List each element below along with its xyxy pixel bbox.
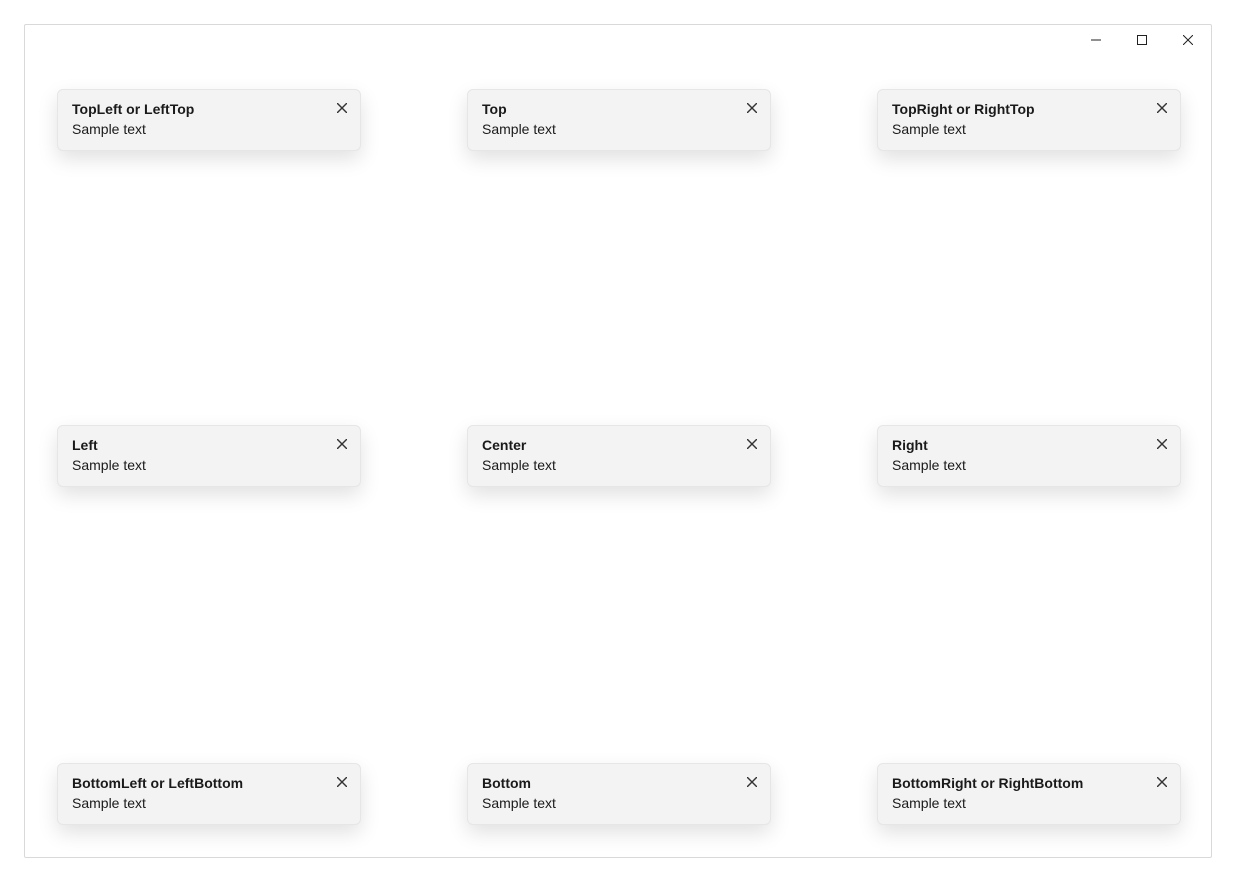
maximize-button[interactable] [1119, 25, 1165, 55]
close-icon [747, 439, 757, 449]
maximize-icon [1137, 35, 1147, 45]
window-frame: TopLeft or LeftTop Sample text Top Sampl… [24, 24, 1212, 858]
snackbar-top-right: TopRight or RightTop Sample text [877, 89, 1181, 151]
snackbar-bottom-right: BottomRight or RightBottom Sample text [877, 763, 1181, 825]
close-window-button[interactable] [1165, 25, 1211, 55]
close-icon [747, 103, 757, 113]
snackbar-close-button[interactable] [1150, 770, 1174, 794]
titlebar [25, 25, 1211, 55]
snackbar-right: Right Sample text [877, 425, 1181, 487]
snackbar-close-button[interactable] [330, 432, 354, 456]
snackbar-close-button[interactable] [740, 770, 764, 794]
close-icon [337, 103, 347, 113]
minimize-icon [1091, 35, 1101, 45]
snackbar-close-button[interactable] [330, 770, 354, 794]
snackbar-title: Left [72, 436, 346, 454]
snackbar-bottom: Bottom Sample text [467, 763, 771, 825]
snackbar-body: Sample text [892, 794, 1166, 812]
snackbar-close-button[interactable] [330, 96, 354, 120]
snackbar-body: Sample text [72, 120, 346, 138]
close-icon [1183, 35, 1193, 45]
snackbar-body: Sample text [892, 120, 1166, 138]
snackbar-title: TopRight or RightTop [892, 100, 1166, 118]
snackbar-body: Sample text [482, 456, 756, 474]
close-icon [1157, 777, 1167, 787]
close-icon [337, 777, 347, 787]
close-icon [1157, 439, 1167, 449]
snackbar-title: Top [482, 100, 756, 118]
snackbar-left: Left Sample text [57, 425, 361, 487]
snackbar-title: Right [892, 436, 1166, 454]
snackbar-top: Top Sample text [467, 89, 771, 151]
snackbar-title: Bottom [482, 774, 756, 792]
snackbar-close-button[interactable] [740, 96, 764, 120]
close-icon [1157, 103, 1167, 113]
snackbar-body: Sample text [482, 120, 756, 138]
snackbar-title: BottomRight or RightBottom [892, 774, 1166, 792]
snackbar-close-button[interactable] [1150, 432, 1174, 456]
snackbar-bottom-left: BottomLeft or LeftBottom Sample text [57, 763, 361, 825]
snackbar-body: Sample text [892, 456, 1166, 474]
snackbar-title: TopLeft or LeftTop [72, 100, 346, 118]
snackbar-close-button[interactable] [1150, 96, 1174, 120]
snackbar-body: Sample text [482, 794, 756, 812]
minimize-button[interactable] [1073, 25, 1119, 55]
snackbar-body: Sample text [72, 456, 346, 474]
snackbar-body: Sample text [72, 794, 346, 812]
snackbar-close-button[interactable] [740, 432, 764, 456]
snackbar-center: Center Sample text [467, 425, 771, 487]
snackbar-title: BottomLeft or LeftBottom [72, 774, 346, 792]
snackbar-top-left: TopLeft or LeftTop Sample text [57, 89, 361, 151]
close-icon [747, 777, 757, 787]
close-icon [337, 439, 347, 449]
snackbar-title: Center [482, 436, 756, 454]
client-area: TopLeft or LeftTop Sample text Top Sampl… [25, 55, 1211, 857]
